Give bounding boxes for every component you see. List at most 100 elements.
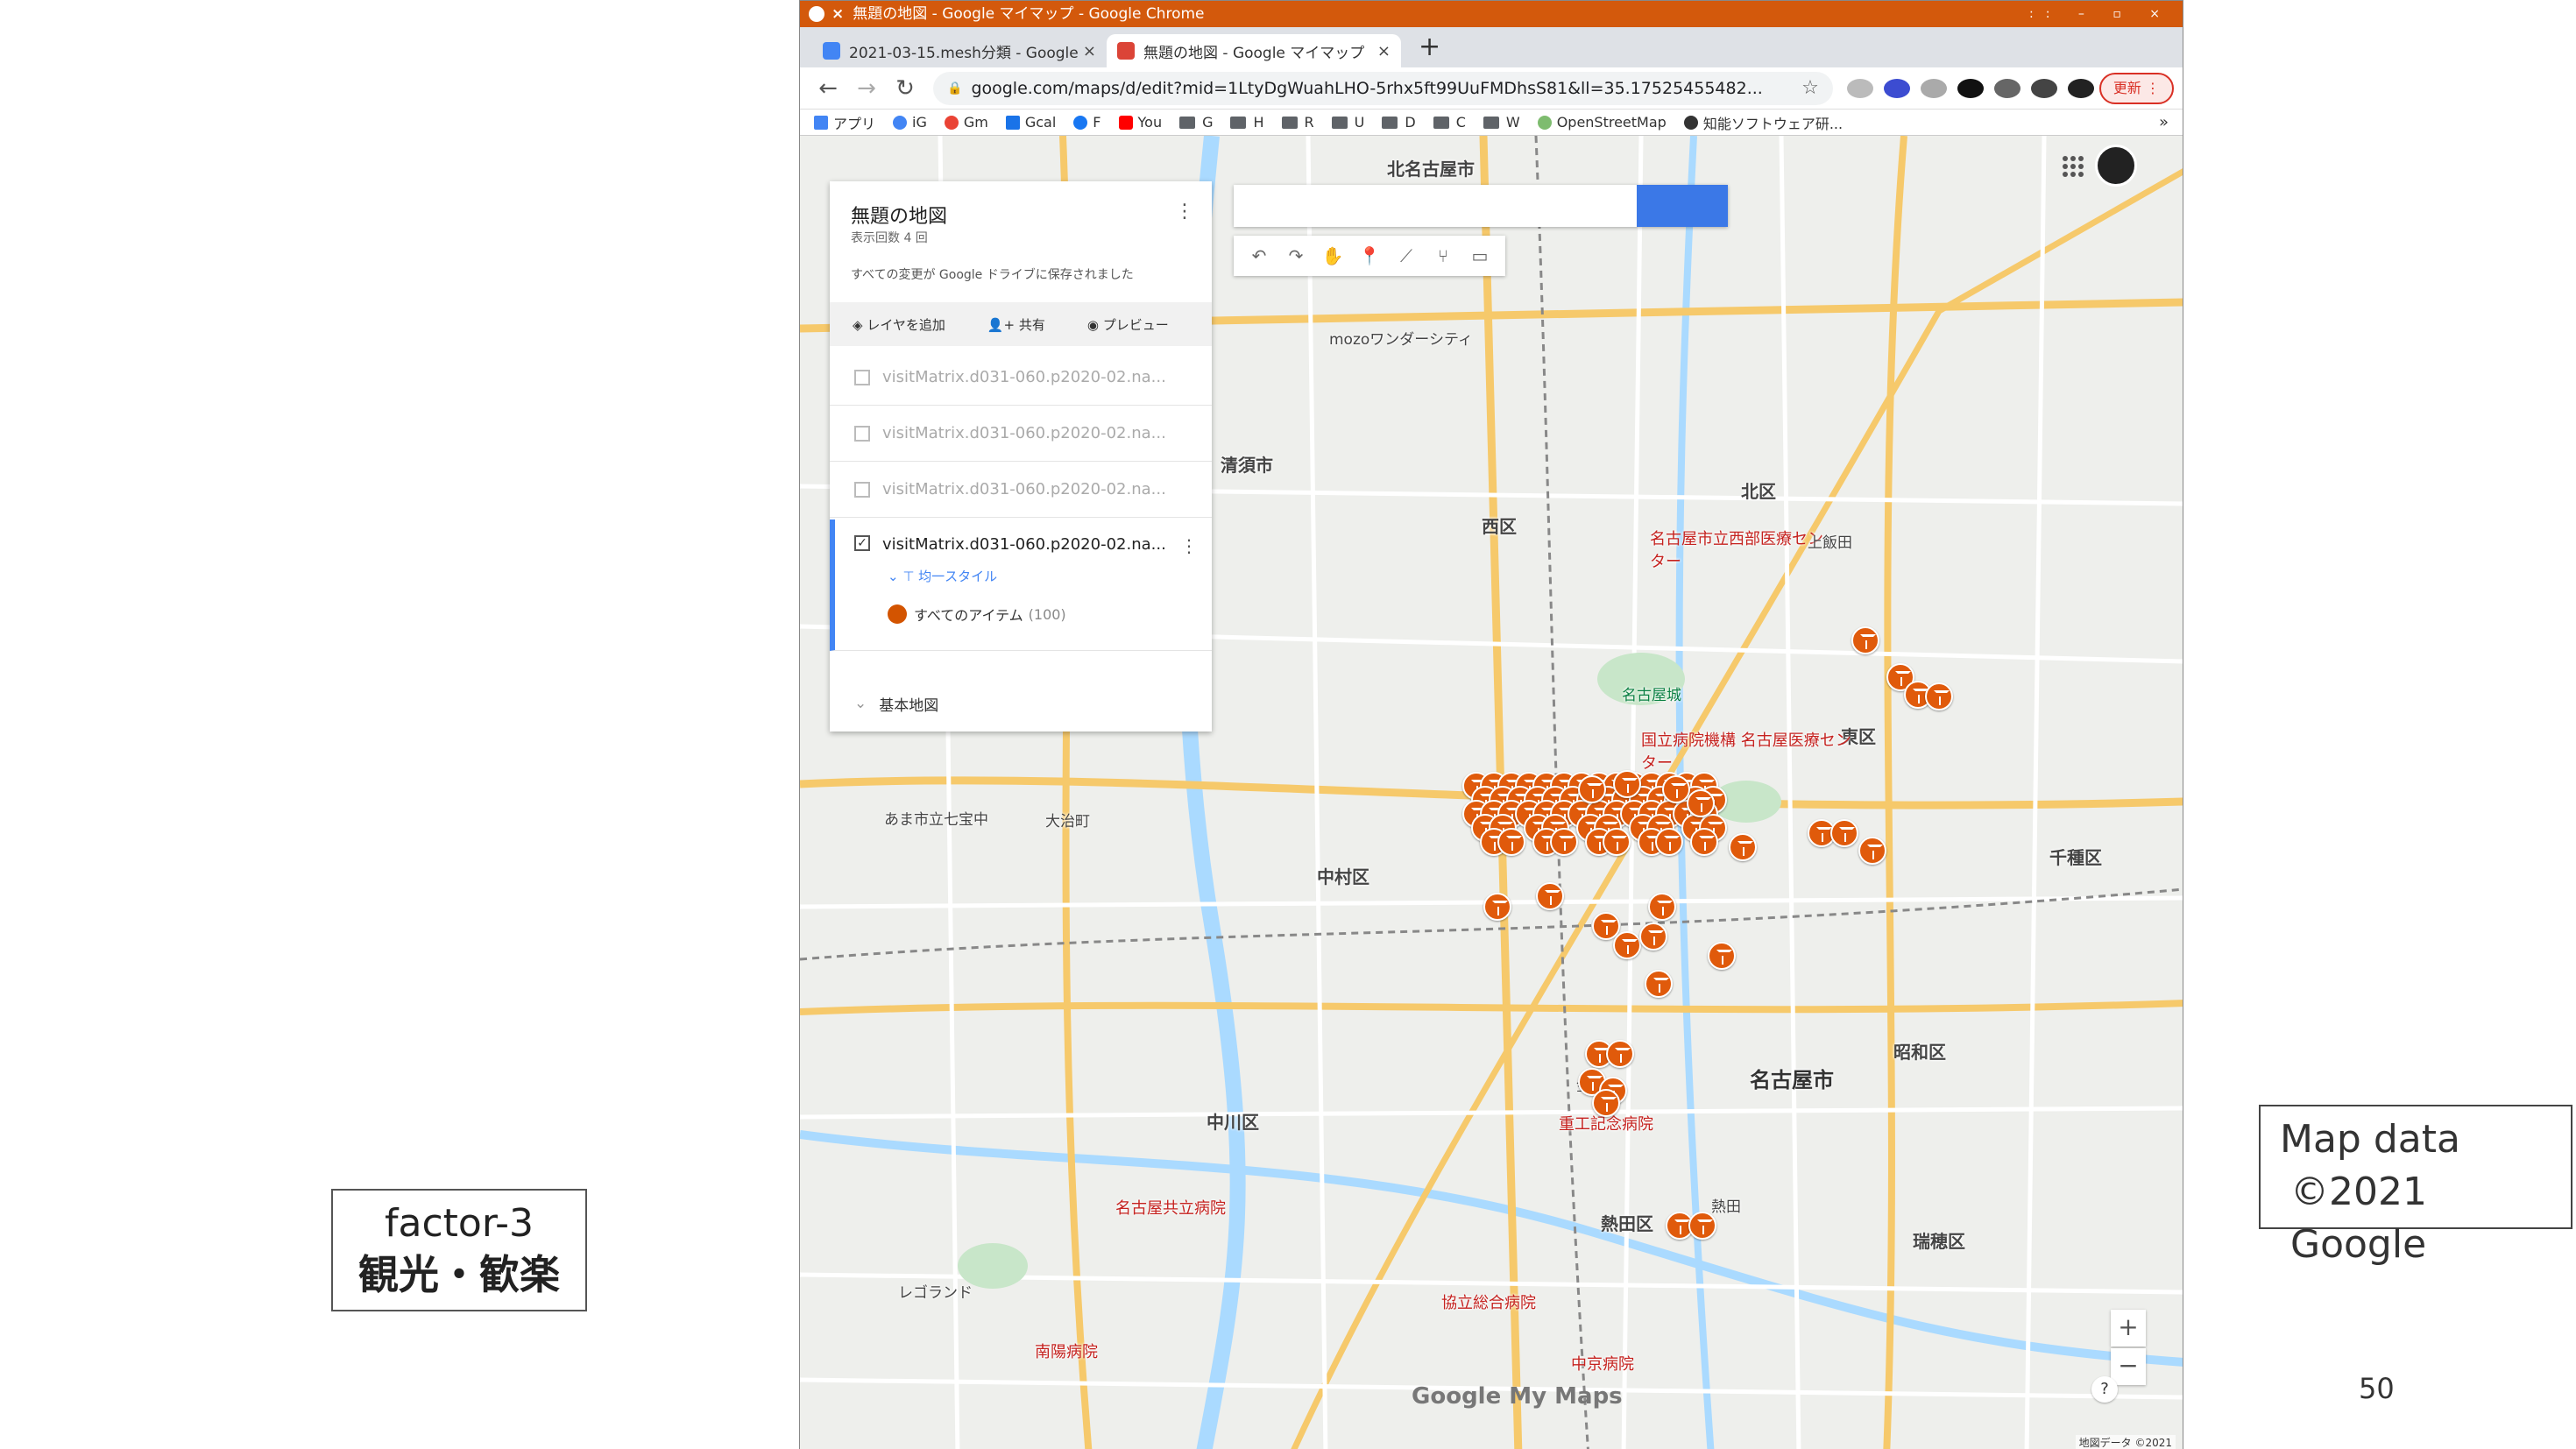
- credit-line2: ©2021 Google: [2290, 1170, 2427, 1267]
- bookmark-folder-c[interactable]: C: [1433, 114, 1466, 131]
- bookmark-ig[interactable]: iG: [893, 114, 927, 131]
- map-search-input[interactable]: [1234, 185, 1637, 227]
- forward-icon[interactable]: →: [847, 75, 886, 102]
- layer-checkbox-checked[interactable]: ✓: [854, 535, 870, 551]
- bar-marker[interactable]: [1536, 882, 1564, 910]
- bar-marker[interactable]: [1687, 789, 1715, 817]
- layer-3[interactable]: visitMatrix.d031-060.p2020-02.na...: [830, 462, 1212, 518]
- bar-marker[interactable]: [1688, 1212, 1716, 1240]
- label-kyodo-hospital: 協立総合病院: [1441, 1294, 1536, 1312]
- add-marker-icon[interactable]: 📍: [1351, 240, 1388, 272]
- undo-icon[interactable]: ↶: [1241, 240, 1277, 272]
- layer-checkbox[interactable]: [854, 425, 870, 442]
- label-nakamura-ku: 中村区: [1317, 866, 1369, 887]
- ruler-icon[interactable]: ▭: [1461, 240, 1498, 272]
- draw-line-icon[interactable]: ⟋: [1388, 240, 1425, 272]
- update-button[interactable]: 更新 ⋮: [2098, 72, 2174, 104]
- bookmark-folder-d[interactable]: D: [1382, 114, 1416, 131]
- apps-grid-icon[interactable]: [2060, 153, 2086, 180]
- hand-icon[interactable]: ✋: [1314, 240, 1351, 272]
- bar-marker[interactable]: [1830, 819, 1858, 847]
- extension-icon[interactable]: [1957, 78, 1984, 98]
- all-items[interactable]: すべてのアイテム (100): [888, 604, 1066, 625]
- base-map-row[interactable]: ⌄ 基本地図: [830, 679, 1212, 728]
- bar-marker[interactable]: [1645, 970, 1673, 998]
- tab-close-icon[interactable]: ×: [1083, 42, 1096, 60]
- bar-marker[interactable]: [1729, 833, 1757, 861]
- style-selector[interactable]: ⌄ ⊤ 均一スタイル: [888, 567, 997, 585]
- bar-marker[interactable]: [1592, 1089, 1620, 1117]
- omnibar: ← → ↻ 🔒 google.com/maps/d/edit?mid=1LtyD…: [800, 67, 2183, 110]
- layer-checkbox[interactable]: [854, 481, 870, 498]
- bar-marker[interactable]: [1613, 931, 1641, 959]
- redo-icon[interactable]: ↷: [1277, 240, 1314, 272]
- puzzle-icon[interactable]: [2030, 78, 2057, 98]
- extension-icon[interactable]: [1846, 78, 1873, 98]
- map-title[interactable]: 無題の地図: [851, 201, 947, 229]
- share-button[interactable]: 👤+ 共有: [987, 315, 1066, 334]
- bar-marker[interactable]: [1690, 828, 1718, 856]
- window-controls[interactable]: :: – ▫ ×: [2029, 1, 2172, 27]
- panel-menu-icon[interactable]: ⋮: [1175, 201, 1194, 223]
- tab-mymaps[interactable]: 無題の地図 - Google マイマップ ×: [1107, 34, 1401, 67]
- bookmark-folder-u[interactable]: U: [1331, 114, 1364, 131]
- add-layer-button[interactable]: ◈ レイヤを追加: [853, 315, 966, 334]
- bar-marker[interactable]: [1613, 770, 1641, 798]
- bookmarks-overflow-icon[interactable]: »: [2159, 113, 2169, 131]
- bar-marker[interactable]: [1497, 828, 1525, 856]
- account-avatar[interactable]: [2095, 145, 2137, 187]
- bookmark-you[interactable]: You: [1118, 114, 1162, 131]
- layer-checkbox[interactable]: [854, 369, 870, 385]
- back-icon[interactable]: ←: [809, 75, 847, 102]
- bar-marker[interactable]: [1550, 828, 1578, 856]
- close-icon[interactable]: ×: [832, 1, 844, 27]
- bar-marker[interactable]: [1578, 775, 1606, 803]
- bookmark-f[interactable]: F: [1073, 114, 1101, 131]
- map-search-button[interactable]: [1235, 185, 1728, 227]
- bar-marker[interactable]: [1708, 942, 1736, 970]
- tab-strip: 2021-03-15.mesh分類 - Google × 無題の地図 - Goo…: [800, 27, 2183, 67]
- bar-marker[interactable]: [1925, 682, 1953, 710]
- bar-marker[interactable]: [1603, 828, 1631, 856]
- extension-icon[interactable]: [1920, 78, 1947, 98]
- help-button[interactable]: ?: [2091, 1376, 2118, 1403]
- layer-4[interactable]: ✓ visitMatrix.d031-060.p2020-02.na... ⋮ …: [830, 520, 1212, 651]
- bookmark-apps[interactable]: アプリ: [814, 112, 875, 133]
- profile-icon[interactable]: [2067, 78, 2094, 98]
- preview-button[interactable]: ◉ プレビュー: [1087, 315, 1190, 334]
- bar-marker[interactable]: [1858, 837, 1886, 865]
- address-bar[interactable]: 🔒 google.com/maps/d/edit?mid=1LtyDgWuahL…: [933, 71, 1833, 105]
- layer-menu-icon[interactable]: ⋮: [1180, 535, 1198, 556]
- new-tab-button[interactable]: +: [1401, 31, 1458, 67]
- bar-marker[interactable]: [1606, 1040, 1634, 1068]
- panel-actions: ◈ レイヤを追加 👤+ 共有 ◉ プレビュー: [830, 302, 1212, 346]
- label-chikusa-ku: 千種区: [2049, 847, 2102, 868]
- bar-marker[interactable]: [1648, 893, 1676, 921]
- directions-icon[interactable]: ⑂: [1425, 240, 1461, 272]
- bookmark-folder-r[interactable]: R: [1281, 114, 1314, 131]
- bar-marker[interactable]: [1483, 893, 1511, 921]
- tab-close-icon[interactable]: ×: [1377, 42, 1391, 60]
- bookmark-gcal[interactable]: Gcal: [1005, 114, 1056, 131]
- bookmark-folder-w[interactable]: W: [1483, 114, 1520, 131]
- zoom-in-button[interactable]: +: [2111, 1310, 2146, 1347]
- bookmark-osm[interactable]: OpenStreetMap: [1537, 114, 1667, 131]
- bookmark-folder-h[interactable]: H: [1230, 114, 1264, 131]
- layer-1[interactable]: visitMatrix.d031-060.p2020-02.na...: [830, 350, 1212, 406]
- bar-marker[interactable]: [1655, 828, 1683, 856]
- star-extension-icon[interactable]: [1883, 78, 1910, 98]
- reload-icon[interactable]: ↻: [886, 75, 924, 102]
- bookmark-lab[interactable]: 知能ソフトウェア研...: [1683, 112, 1843, 133]
- map-data-attribution[interactable]: 地図データ ©2021: [2075, 1435, 2176, 1449]
- extension-icon[interactable]: [1993, 78, 2020, 98]
- bookmark-gm[interactable]: Gm: [944, 114, 988, 131]
- bookmark-star-icon[interactable]: ☆: [1801, 77, 1819, 99]
- bar-marker[interactable]: [1662, 775, 1690, 803]
- tab-mesh[interactable]: 2021-03-15.mesh分類 - Google ×: [812, 34, 1107, 67]
- map-canvas[interactable]: 北名古屋市 清須市 西区 北区 東区 中村区 中川区 名古屋市 昭和区 熱田区 …: [800, 136, 2183, 1449]
- bookmark-folder-g[interactable]: G: [1179, 114, 1213, 131]
- bar-marker[interactable]: [1851, 626, 1879, 654]
- zoom-out-button[interactable]: −: [2111, 1348, 2146, 1385]
- bar-marker[interactable]: [1639, 922, 1667, 951]
- layer-2[interactable]: visitMatrix.d031-060.p2020-02.na...: [830, 406, 1212, 462]
